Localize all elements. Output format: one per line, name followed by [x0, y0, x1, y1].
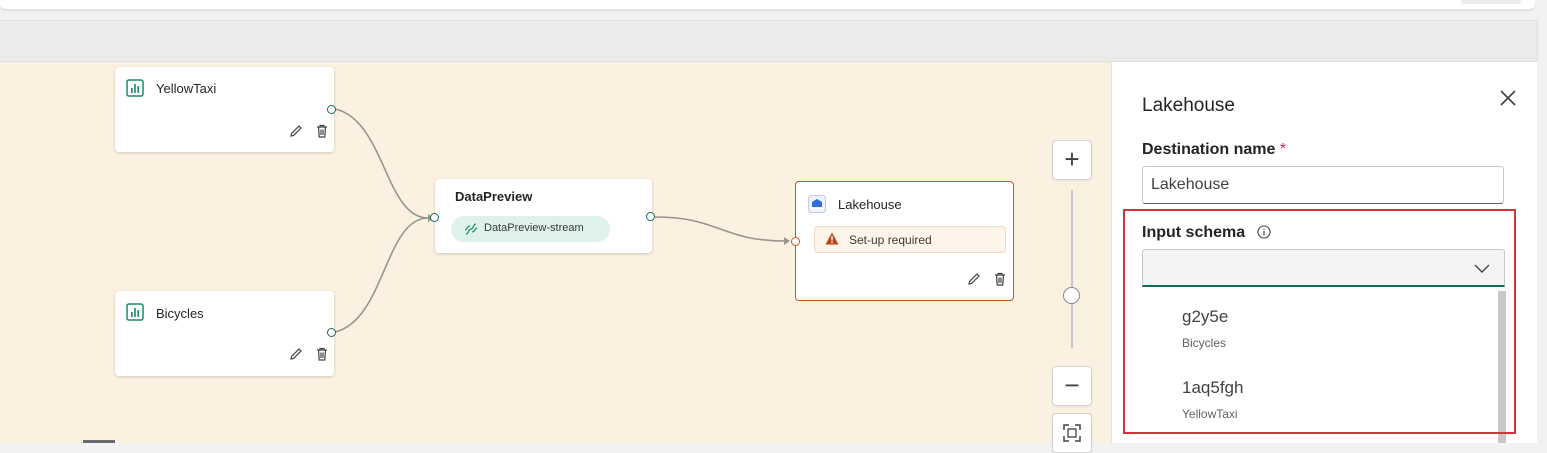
warning-icon — [825, 232, 839, 245]
node-title: Lakehouse — [838, 197, 902, 212]
output-port-yellowtaxi[interactable] — [327, 105, 336, 114]
chart-bar-icon — [126, 303, 144, 321]
node-bicycles[interactable]: Bicycles — [115, 291, 334, 376]
input-schema-label: Input schema — [1142, 224, 1246, 241]
lakehouse-icon — [808, 195, 826, 213]
input-port-datapreview[interactable] — [430, 213, 439, 222]
destination-name-input[interactable] — [1143, 167, 1503, 203]
edit-icon[interactable] — [288, 123, 304, 139]
delete-icon[interactable] — [314, 123, 330, 139]
setup-warning-badge: Set-up required — [814, 226, 1006, 253]
node-title: Bicycles — [156, 306, 204, 321]
destination-name-label: Destination name * — [1142, 141, 1286, 159]
schema-option-source: Bicycles — [1182, 336, 1227, 350]
destination-name-label-text: Destination name — [1142, 141, 1276, 158]
schema-option-name: g2y5e — [1182, 307, 1229, 326]
zoom-in-button[interactable]: + — [1052, 140, 1092, 180]
schema-option-name: 1aq5fgh — [1182, 378, 1244, 397]
node-lakehouse[interactable]: Lakehouse Set-up required — [795, 181, 1014, 301]
node-title: YellowTaxi — [156, 81, 217, 96]
required-marker: * — [1279, 141, 1287, 158]
zoom-in-label: + — [1064, 144, 1080, 174]
chevron-down-icon — [1474, 264, 1490, 273]
output-port-bicycles[interactable] — [327, 328, 336, 337]
stream-label: DataPreview-stream — [484, 222, 584, 234]
node-datapreview[interactable]: DataPreview DataPreview-stream — [435, 179, 652, 253]
fit-view-icon — [1063, 424, 1081, 442]
node-title: DataPreview — [455, 189, 533, 204]
zoom-out-button[interactable]: − — [1052, 366, 1092, 406]
warning-label: Set-up required — [849, 233, 932, 247]
top-bar — [0, 0, 1535, 10]
chart-bar-icon — [126, 79, 144, 97]
schema-option[interactable]: 1aq5fgh YellowTaxi — [1142, 360, 1497, 428]
zoom-slider-thumb[interactable] — [1063, 287, 1080, 304]
listbox-scrollbar[interactable] — [1498, 291, 1506, 443]
destination-name-field[interactable] — [1142, 166, 1504, 204]
input-schema-dropdown[interactable] — [1142, 249, 1505, 287]
delete-icon[interactable] — [992, 271, 1008, 287]
node-yellowtaxi[interactable]: YellowTaxi — [115, 67, 334, 152]
edit-icon[interactable] — [966, 271, 982, 287]
delete-icon[interactable] — [314, 346, 330, 362]
edit-icon[interactable] — [288, 346, 304, 362]
zoom-out-label: − — [1064, 370, 1080, 400]
top-bar-button[interactable] — [1461, 0, 1521, 4]
panel-title: Lakehouse — [1142, 95, 1235, 116]
stream-icon — [464, 223, 478, 235]
zoom-slider-track[interactable] — [1071, 190, 1073, 348]
schema-option[interactable]: g2y5e Bicycles — [1142, 289, 1497, 357]
close-icon[interactable] — [1498, 88, 1518, 108]
output-port-datapreview[interactable] — [646, 212, 655, 221]
properties-panel: Lakehouse Destination name * Input schem… — [1111, 62, 1537, 443]
fit-view-button[interactable] — [1052, 413, 1092, 453]
input-schema-listbox: g2y5e Bicycles 1aq5fgh YellowTaxi — [1142, 289, 1506, 443]
input-port-lakehouse[interactable] — [791, 237, 800, 246]
stream-badge: DataPreview-stream — [451, 216, 610, 242]
schema-option-source: YellowTaxi — [1182, 407, 1238, 421]
info-icon[interactable] — [1257, 225, 1271, 239]
ribbon-toolbar — [0, 20, 1538, 62]
